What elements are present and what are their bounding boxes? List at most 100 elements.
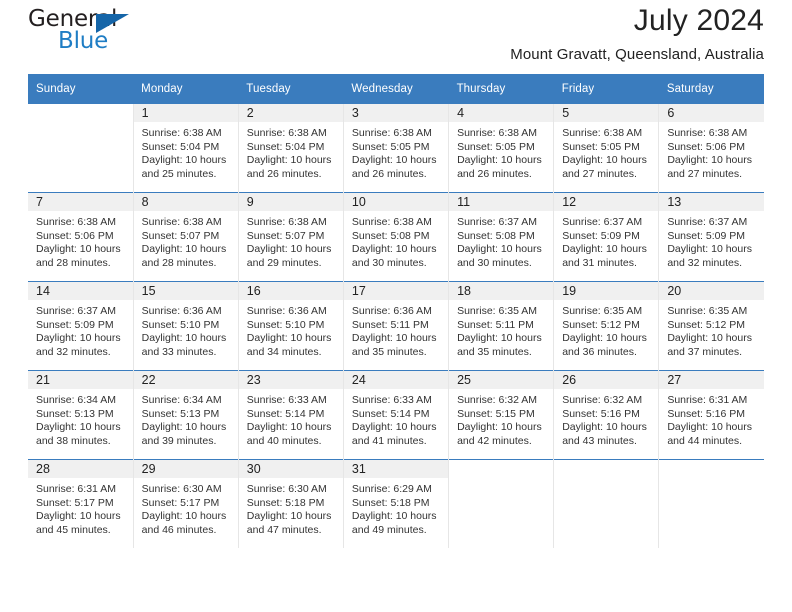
calendar-week-row: 28 Sunrise: 6:31 AM Sunset: 5:17 PM Dayligh…	[28, 459, 764, 548]
sunrise-text: Sunrise: 6:38 AM	[141, 127, 222, 139]
day-cell: 18 Sunrise: 6:35 AM Sunset: 5:11 PM Dayligh…	[449, 282, 554, 370]
calendar-cell[interactable]: 16 Sunrise: 6:36 AM Sunset: 5:10 PM Dayligh…	[237, 281, 344, 371]
day-number: 4	[449, 104, 554, 122]
calendar-cell[interactable]: 21 Sunrise: 6:34 AM Sunset: 5:13 PM Dayligh…	[28, 370, 134, 460]
calendar-cell[interactable]: 25 Sunrise: 6:32 AM Sunset: 5:15 PM Dayligh…	[448, 370, 554, 460]
sunset-text: Sunset: 5:18 PM	[246, 496, 325, 509]
calendar-cell	[28, 104, 133, 193]
sunset-text: Sunset: 5:16 PM	[562, 407, 640, 420]
calendar-cell[interactable]: 18 Sunrise: 6:35 AM Sunset: 5:11 PM Dayligh…	[448, 281, 554, 371]
calendar-cell[interactable]: 29 Sunrise: 6:30 AM Sunset: 5:17 PM Dayligh…	[132, 459, 239, 548]
sunset-text: Sunset: 5:05 PM	[351, 140, 430, 153]
sunset-text: Sunset: 5:05 PM	[562, 140, 640, 153]
calendar-cell[interactable]: 17 Sunrise: 6:36 AM Sunset: 5:11 PM Dayligh…	[342, 281, 449, 371]
daylight-text: Daylight: 10 hours and 30 minutes.	[457, 243, 542, 269]
day-details: Sunrise: 6:32 AM Sunset: 5:15 PM Daylight:…	[449, 389, 553, 448]
calendar-cell[interactable]: 8 Sunrise: 6:38 AM Sunset: 5:07 PM Daylight…	[132, 192, 239, 282]
day-cell-empty	[449, 460, 554, 548]
day-number: 10	[343, 193, 449, 211]
calendar-cell[interactable]: 4 Sunrise: 6:38 AM Sunset: 5:05 PM Daylight…	[448, 104, 554, 193]
calendar-cell[interactable]: 11 Sunrise: 6:37 AM Sunset: 5:08 PM Dayligh…	[448, 192, 554, 282]
day-cell: 2 Sunrise: 6:38 AM Sunset: 5:04 PM Daylight…	[238, 104, 343, 192]
day-cell: 15 Sunrise: 6:36 AM Sunset: 5:10 PM Dayligh…	[133, 282, 238, 370]
day-details: Sunrise: 6:33 AM Sunset: 5:14 PM Daylight:…	[344, 389, 448, 448]
calendar-cell[interactable]: 20 Sunrise: 6:35 AM Sunset: 5:12 PM Dayligh…	[658, 281, 764, 371]
day-number: 2	[238, 104, 343, 122]
calendar-cell[interactable]: 14 Sunrise: 6:37 AM Sunset: 5:09 PM Dayligh…	[28, 281, 134, 371]
day-details: Sunrise: 6:30 AM Sunset: 5:18 PM Daylight:…	[239, 478, 343, 537]
sunset-text: Sunset: 5:14 PM	[246, 407, 325, 420]
daylight-text: Daylight: 10 hours and 38 minutes.	[36, 421, 121, 447]
sunrise-text: Sunrise: 6:38 AM	[246, 127, 327, 139]
sunset-text: Sunset: 5:11 PM	[457, 318, 534, 331]
daylight-text: Daylight: 10 hours and 26 minutes.	[246, 154, 332, 180]
calendar-cell[interactable]: 6 Sunrise: 6:38 AM Sunset: 5:06 PM Daylight…	[658, 104, 764, 193]
calendar-cell[interactable]: 2 Sunrise: 6:38 AM Sunset: 5:04 PM Daylight…	[237, 104, 344, 193]
daylight-text: Daylight: 10 hours and 47 minutes.	[246, 510, 332, 536]
weekday-header-monday: Monday	[133, 74, 239, 104]
daylight-text: Daylight: 10 hours and 42 minutes.	[457, 421, 542, 447]
sunrise-text: Sunrise: 6:31 AM	[36, 483, 116, 495]
calendar-cell[interactable]: 22 Sunrise: 6:34 AM Sunset: 5:13 PM Dayligh…	[132, 370, 239, 460]
calendar-cell[interactable]: 1 Sunrise: 6:38 AM Sunset: 5:04 PM Daylight…	[132, 104, 239, 193]
sunrise-text: Sunrise: 6:38 AM	[457, 127, 538, 139]
calendar-cell[interactable]: 13 Sunrise: 6:37 AM Sunset: 5:09 PM Dayligh…	[658, 192, 764, 282]
calendar-cell[interactable]: 12 Sunrise: 6:37 AM Sunset: 5:09 PM Dayligh…	[553, 192, 659, 282]
sunset-text: Sunset: 5:11 PM	[351, 318, 429, 331]
calendar-cell[interactable]: 27 Sunrise: 6:31 AM Sunset: 5:16 PM Dayligh…	[658, 370, 764, 460]
sunrise-text: Sunrise: 6:36 AM	[141, 305, 222, 317]
calendar-cell[interactable]: 10 Sunrise: 6:38 AM Sunset: 5:08 PM Dayligh…	[342, 192, 449, 282]
calendar-cell[interactable]: 31 Sunrise: 6:29 AM Sunset: 5:18 PM Dayligh…	[342, 459, 449, 548]
calendar-cell[interactable]: 19 Sunrise: 6:35 AM Sunset: 5:12 PM Dayligh…	[553, 281, 659, 371]
day-details: Sunrise: 6:37 AM Sunset: 5:08 PM Daylight:…	[449, 211, 553, 270]
sunset-text: Sunset: 5:13 PM	[141, 407, 220, 420]
calendar-cell[interactable]: 7 Sunrise: 6:38 AM Sunset: 5:06 PM Daylight…	[28, 192, 134, 282]
daylight-text: Daylight: 10 hours and 45 minutes.	[36, 510, 121, 536]
calendar-cell[interactable]: 24 Sunrise: 6:33 AM Sunset: 5:14 PM Dayligh…	[342, 370, 449, 460]
day-details: Sunrise: 6:35 AM Sunset: 5:11 PM Daylight:…	[449, 300, 553, 359]
day-details: Sunrise: 6:31 AM Sunset: 5:17 PM Daylight:…	[28, 478, 133, 537]
calendar-cell[interactable]: 5 Sunrise: 6:38 AM Sunset: 5:05 PM Daylight…	[553, 104, 659, 193]
sunset-text: Sunset: 5:18 PM	[351, 496, 430, 509]
day-details: Sunrise: 6:34 AM Sunset: 5:13 PM Daylight:…	[28, 389, 133, 448]
day-number: 31	[343, 460, 449, 478]
daylight-text: Daylight: 10 hours and 40 minutes.	[246, 421, 332, 447]
day-number: 25	[449, 371, 554, 389]
day-cell: 31 Sunrise: 6:29 AM Sunset: 5:18 PM Dayligh…	[343, 460, 449, 548]
day-cell: 29 Sunrise: 6:30 AM Sunset: 5:17 PM Dayligh…	[133, 460, 238, 548]
sunrise-text: Sunrise: 6:31 AM	[667, 394, 748, 406]
sunset-text: Sunset: 5:13 PM	[36, 407, 114, 420]
calendar-cell[interactable]: 26 Sunrise: 6:32 AM Sunset: 5:16 PM Dayligh…	[553, 370, 659, 460]
day-details: Sunrise: 6:33 AM Sunset: 5:14 PM Daylight:…	[239, 389, 343, 448]
sunset-text: Sunset: 5:16 PM	[667, 407, 745, 420]
sunset-text: Sunset: 5:12 PM	[667, 318, 745, 331]
day-details: Sunrise: 6:37 AM Sunset: 5:09 PM Daylight:…	[659, 211, 764, 270]
calendar-cell[interactable]: 3 Sunrise: 6:38 AM Sunset: 5:05 PM Daylight…	[342, 104, 449, 193]
sunset-text: Sunset: 5:09 PM	[667, 229, 745, 242]
calendar-cell[interactable]: 30 Sunrise: 6:30 AM Sunset: 5:18 PM Dayligh…	[237, 459, 344, 548]
sunset-text: Sunset: 5:07 PM	[246, 229, 325, 242]
daylight-text: Daylight: 10 hours and 44 minutes.	[667, 421, 752, 447]
calendar-cell[interactable]: 23 Sunrise: 6:33 AM Sunset: 5:14 PM Dayligh…	[237, 370, 344, 460]
day-number: 15	[133, 282, 238, 300]
day-cell-empty	[659, 460, 764, 548]
daylight-text: Daylight: 10 hours and 36 minutes.	[562, 332, 647, 358]
calendar-cell[interactable]: 28 Sunrise: 6:31 AM Sunset: 5:17 PM Dayligh…	[28, 459, 134, 548]
calendar-cell[interactable]: 9 Sunrise: 6:38 AM Sunset: 5:07 PM Daylight…	[237, 192, 344, 282]
sunset-text: Sunset: 5:05 PM	[457, 140, 535, 153]
day-number	[28, 104, 133, 122]
day-number: 16	[238, 282, 343, 300]
page-title: July 2024	[633, 4, 764, 37]
sunset-text: Sunset: 5:12 PM	[562, 318, 640, 331]
day-cell: 14 Sunrise: 6:37 AM Sunset: 5:09 PM Dayligh…	[28, 282, 133, 370]
sunrise-text: Sunrise: 6:38 AM	[351, 216, 432, 228]
daylight-text: Daylight: 10 hours and 35 minutes.	[457, 332, 542, 358]
sunrise-text: Sunrise: 6:32 AM	[562, 394, 643, 406]
day-details: Sunrise: 6:38 AM Sunset: 5:05 PM Daylight:…	[344, 122, 448, 181]
calendar-cell[interactable]: 15 Sunrise: 6:36 AM Sunset: 5:10 PM Dayligh…	[132, 281, 239, 371]
day-cell: 9 Sunrise: 6:38 AM Sunset: 5:07 PM Daylight…	[238, 193, 343, 281]
sunrise-text: Sunrise: 6:35 AM	[667, 305, 748, 317]
brand-logo[interactable]: General Blue	[28, 8, 148, 64]
day-details: Sunrise: 6:29 AM Sunset: 5:18 PM Daylight:…	[344, 478, 448, 537]
day-number: 23	[238, 371, 343, 389]
